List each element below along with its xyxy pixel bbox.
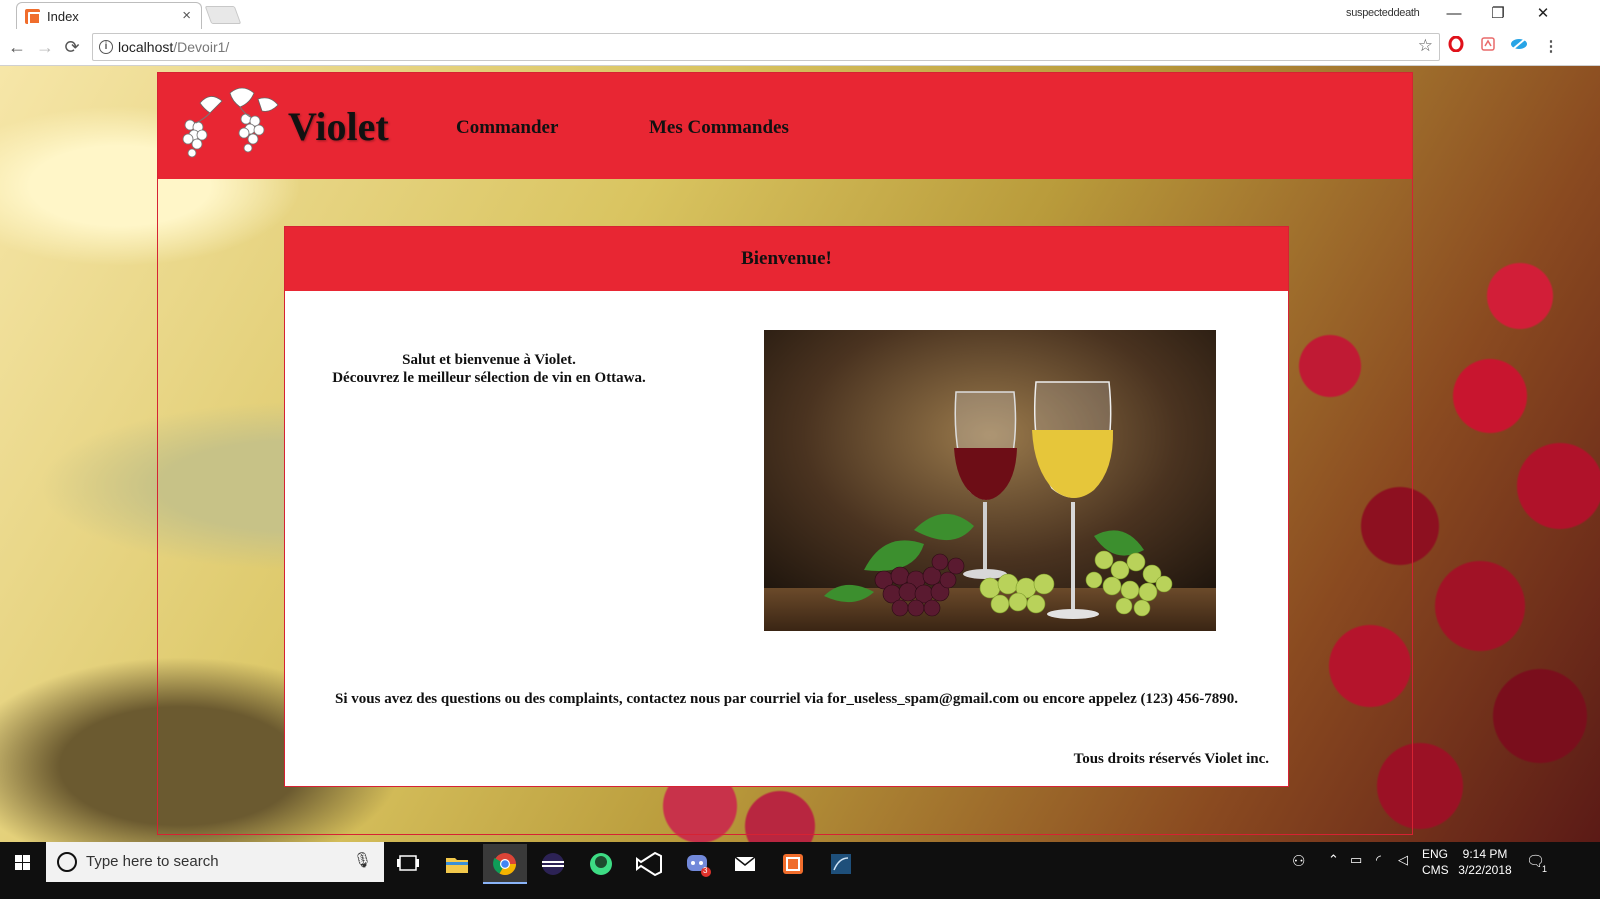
browser-tab-strip: Index × suspecteddeath — ❐ ✕ <box>0 0 1600 29</box>
close-window-button[interactable]: ✕ <box>1521 2 1565 26</box>
new-tab-button[interactable] <box>204 6 242 24</box>
show-hidden-icons-icon[interactable]: ⌃ <box>1328 852 1339 868</box>
battery-icon[interactable]: ▭ <box>1350 852 1362 868</box>
url-host: localhost <box>118 39 174 55</box>
welcome-text: Salut et bienvenue à Violet. Découvrez l… <box>305 351 673 387</box>
task-view-icon[interactable] <box>386 844 430 884</box>
minimize-button[interactable]: — <box>1432 2 1476 26</box>
file-explorer-icon[interactable] <box>435 844 479 884</box>
microphone-icon[interactable]: 🎙 <box>353 851 372 869</box>
profile-name[interactable]: suspecteddeath <box>1346 7 1420 19</box>
clock[interactable]: 9:14 PM 3/22/2018 <box>1454 847 1516 877</box>
welcome-line-2: Découvrez le meilleur sélection de vin e… <box>332 370 646 386</box>
vpn-extension-icon[interactable] <box>1508 36 1530 58</box>
eclipse-icon[interactable] <box>531 844 575 884</box>
start-button[interactable] <box>0 842 46 899</box>
language-line-1: ENG <box>1422 847 1449 861</box>
language-line-2: CMS <box>1422 863 1449 877</box>
nav-commander[interactable]: Commander <box>456 117 558 139</box>
site-header: Violet Commander Mes Commandes <box>158 73 1412 179</box>
welcome-line-1: Salut et bienvenue à Violet. <box>402 352 576 368</box>
panel-title: Bienvenue! <box>285 227 1288 291</box>
forward-button[interactable]: → <box>33 35 57 59</box>
page-viewport: Violet Commander Mes Commandes Bienvenue… <box>0 66 1600 842</box>
opera-icon[interactable] <box>1445 35 1467 58</box>
volume-icon[interactable]: ◁ <box>1398 852 1408 868</box>
xampp-favicon-icon <box>25 9 41 25</box>
site-container: Violet Commander Mes Commandes Bienvenue… <box>157 72 1413 835</box>
xampp-icon[interactable] <box>771 844 815 884</box>
tab-close-icon[interactable]: × <box>182 7 191 24</box>
notification-count: 1 <box>1542 864 1548 874</box>
chrome-icon[interactable] <box>483 844 527 884</box>
wifi-icon[interactable]: ◜ <box>1376 852 1381 868</box>
browser-tab[interactable]: Index × <box>16 2 202 29</box>
bookmark-star-icon[interactable]: ☆ <box>1418 36 1433 56</box>
cortana-icon <box>57 852 77 872</box>
taskbar-search-box[interactable]: Type here to search 🎙 <box>46 842 384 882</box>
wine-glasses-photo <box>764 330 1216 631</box>
windows-taskbar: Type here to search 🎙 3 ⚇ ⌃ ▭ ◜ ◁ ENG CM… <box>0 842 1600 899</box>
info-icon[interactable]: i <box>99 40 113 54</box>
language-indicator[interactable]: ENG CMS <box>1422 847 1449 877</box>
url-text[interactable]: localhost/Devoir1/ <box>118 39 229 55</box>
grapes-logo-icon <box>182 87 279 158</box>
android-studio-icon[interactable] <box>579 844 623 884</box>
menu-icon[interactable]: ⋮ <box>1540 36 1562 58</box>
clock-date: 3/22/2018 <box>1458 863 1512 877</box>
pdf-extension-icon[interactable] <box>1477 36 1499 58</box>
search-placeholder: Type here to search <box>86 853 219 870</box>
url-path: /Devoir1/ <box>173 39 230 55</box>
restore-button[interactable]: ❐ <box>1476 2 1520 26</box>
address-bar[interactable]: i localhost/Devoir1/ ☆ <box>92 33 1440 61</box>
back-button[interactable]: ← <box>5 35 29 59</box>
windows-logo-icon <box>15 855 30 870</box>
copyright-text: Tous droits réservés Violet inc. <box>1073 751 1269 767</box>
clock-time: 9:14 PM <box>1462 847 1508 861</box>
mail-icon[interactable] <box>723 844 767 884</box>
logo-text[interactable]: Violet <box>288 103 389 150</box>
discord-icon[interactable]: 3 <box>675 844 719 884</box>
sql-icon[interactable] <box>819 844 863 884</box>
contact-text: Si vous avez des questions ou des compla… <box>335 691 1238 707</box>
nav-mes-commandes[interactable]: Mes Commandes <box>649 117 789 139</box>
browser-toolbar: ← → ⟳ i localhost/Devoir1/ ☆ ⋮ <box>0 29 1600 66</box>
reload-button[interactable]: ⟳ <box>60 35 84 59</box>
welcome-panel: Bienvenue! Salut et bienvenue à Violet. … <box>284 226 1289 787</box>
discord-badge: 3 <box>703 866 708 875</box>
people-icon[interactable]: ⚇ <box>1292 852 1305 870</box>
visual-studio-icon[interactable] <box>627 844 671 884</box>
tab-title: Index <box>47 9 79 24</box>
